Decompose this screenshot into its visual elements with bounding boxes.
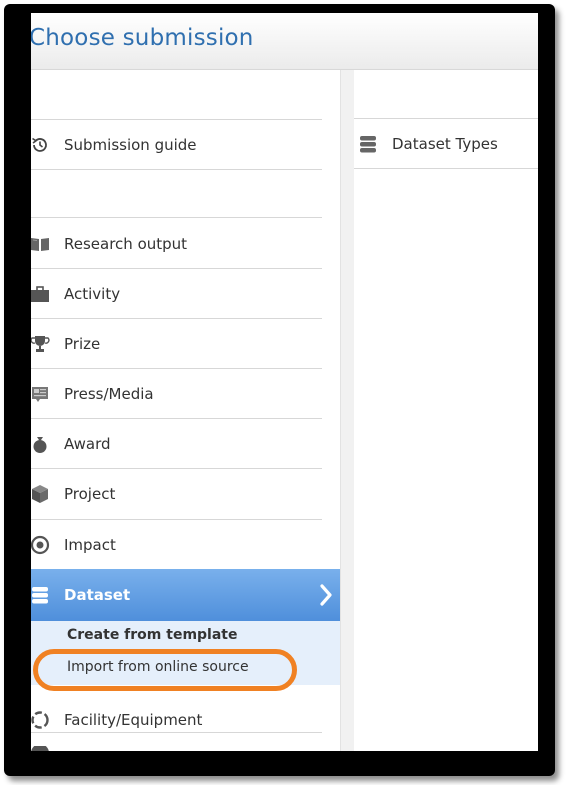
menu-item-activity[interactable]: Activity [31, 269, 322, 318]
dataset-types-label: Dataset Types [392, 135, 498, 153]
menu-item-dataset[interactable]: Dataset [31, 569, 341, 621]
menu-item-partial [31, 746, 322, 751]
menu-item-project[interactable]: Project [31, 469, 322, 518]
menu-label: Activity [64, 284, 121, 303]
menu-label: Press/Media [64, 384, 154, 403]
menu-label: Dataset [64, 586, 131, 604]
menu-item-prize[interactable]: Prize [31, 319, 322, 368]
menu-label: Submission guide [64, 135, 197, 154]
money-bag-icon [31, 434, 50, 454]
highlight-ring [33, 649, 297, 691]
divider [31, 169, 322, 170]
newspaper-icon [31, 384, 50, 404]
menu-item-research-output[interactable]: Research output [31, 219, 322, 268]
trophy-icon [31, 334, 50, 354]
history-icon [31, 135, 50, 155]
book-icon [31, 234, 50, 254]
menu-label: Prize [64, 334, 101, 353]
submenu-item-create-from-template[interactable]: Create from template [67, 627, 238, 643]
dataset-types-item[interactable]: Dataset Types [354, 119, 538, 169]
submission-panel: Choose submission Submission guide Resea… [31, 13, 538, 751]
column-divider [340, 70, 354, 751]
menu-label: Impact [64, 535, 116, 554]
menu-item-impact[interactable]: Impact [31, 520, 322, 569]
database-icon [358, 134, 378, 154]
divider [31, 217, 322, 218]
menu-item-facility-equipment[interactable]: Facility/Equipment [31, 695, 322, 744]
menu-label: Research output [64, 234, 188, 253]
database-icon [31, 585, 50, 605]
briefcase-icon [31, 284, 50, 304]
target-icon [31, 535, 50, 555]
right-panel: Dataset Types [354, 70, 538, 751]
lifebuoy-icon [31, 710, 50, 730]
chevron-right-icon [319, 583, 333, 611]
cube-icon [31, 484, 50, 504]
menu-label: Project [64, 484, 116, 503]
menu-item-press-media[interactable]: Press/Media [31, 369, 322, 418]
menu-item-submission-guide[interactable]: Submission guide [31, 120, 322, 169]
menu-label: Award [64, 434, 111, 453]
panel-header: Choose submission [31, 13, 538, 70]
page-title: Choose submission [31, 25, 254, 51]
menu-label: Facility/Equipment [64, 710, 203, 729]
menu-item-award[interactable]: Award [31, 419, 322, 468]
